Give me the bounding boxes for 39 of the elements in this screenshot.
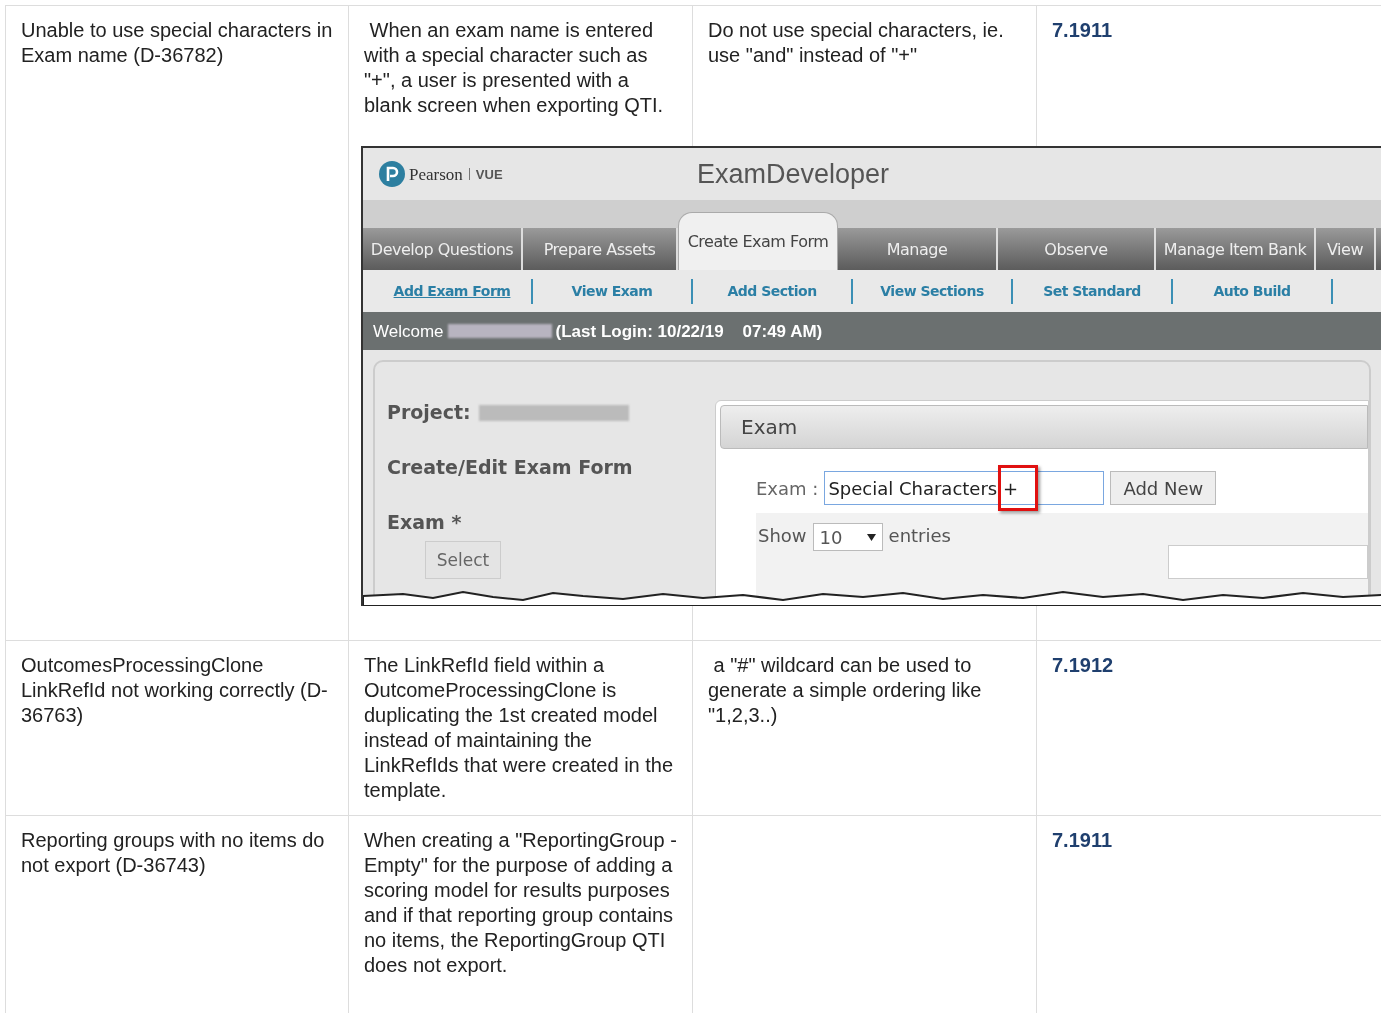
subnav-link[interactable]: Auto Build (1213, 278, 1291, 304)
add-new-button[interactable]: Add New (1110, 471, 1217, 505)
logo-text: Pearson (409, 163, 463, 186)
exam-field-label: Exam : (756, 476, 819, 501)
select-button[interactable]: Select (425, 541, 501, 579)
entries-dropdown[interactable]: 10 (812, 523, 883, 551)
workaround-text: a "#" wildcard can be used to generate a simple ordering like "1,2,3..) (708, 653, 983, 728)
form-title: Create/Edit Exam Form (387, 455, 634, 480)
app-title: ExamDeveloper (697, 161, 890, 187)
nav-tab[interactable]: Create Exam Form (678, 212, 838, 270)
description-text: The LinkRefId field within a OutcomeProcessingClone is duplicating the 1st created model instead of maintaining the LinkRefIds that were created in the template. (364, 653, 675, 803)
issue-text: Reporting groups with no items do not export (D-36743) (21, 828, 326, 878)
subnav-link[interactable]: View Exam (571, 278, 653, 304)
subnav-link[interactable]: Set Standard (1043, 278, 1141, 304)
show-label: Show (758, 524, 807, 548)
description-text: When an exam name is entered with a special character such as "+", a user is presented with a blank screen when exporting QTI. (364, 18, 665, 118)
logo-icon (379, 161, 405, 187)
exam-name-field[interactable]: Special Characters + (824, 471, 1105, 505)
panel-title: Exam (741, 414, 798, 440)
dropdown-caret-icon (866, 533, 876, 541)
entries-label: entries (888, 524, 951, 548)
welcome-text: Welcome (373, 320, 444, 343)
exam-label: Exam * (387, 510, 463, 535)
logo-divider (468, 168, 470, 180)
logo-subtext: VUE (475, 165, 503, 184)
workaround-text: Do not use special characters, ie. use "and" instead of "+" (708, 18, 1005, 68)
project-label: Project: (387, 400, 471, 425)
version-label: 7.1911 (1052, 19, 1113, 41)
highlight-box (998, 465, 1039, 511)
description-text: When creating a "ReportingGroup - Empty" for the purpose of adding a scoring model for results purposes and if that reporting group contains no items, the ReportingGroup QTI does not export. (364, 828, 677, 978)
version-label: 7.1912 (1052, 654, 1114, 676)
last-login-text: (Last Login: 10/22/19 07:49 AM) (555, 320, 823, 343)
subnav-link[interactable]: Add Section (727, 278, 817, 304)
search-field[interactable] (1168, 545, 1368, 579)
version-label: 7.1911 (1052, 829, 1113, 851)
subnav-link[interactable]: Add Exam Form (393, 278, 511, 304)
issue-text: OutcomesProcessingClone LinkRefId not working correctly (D-36763) (21, 653, 329, 728)
issue-text: Unable to use special characters in Exam name (D-36782) (21, 18, 333, 68)
subnav-link[interactable]: View Sections (880, 278, 984, 304)
